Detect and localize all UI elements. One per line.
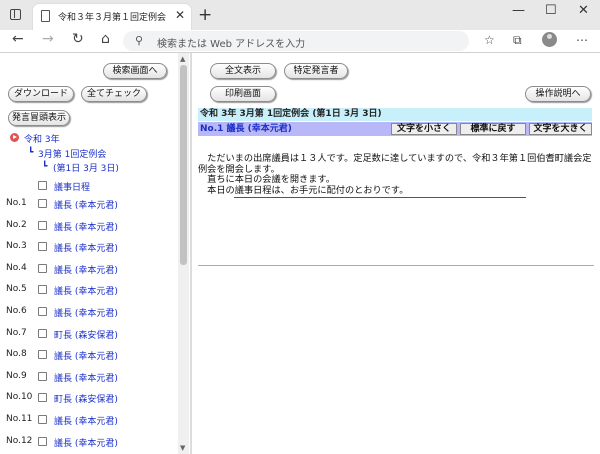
row-checkbox[interactable] xyxy=(38,242,47,252)
close-window-icon[interactable]: ✕ xyxy=(578,3,589,18)
specific-speaker-button[interactable]: 特定発言者 xyxy=(284,63,348,79)
tree-branch-icon: ┗ xyxy=(42,162,48,172)
right-pane: 全文表示 特定発言者 印刷画面 操作説明へ 令和 3年 3月第 1回定例会 (第… xyxy=(192,53,600,454)
browser-tab[interactable]: 令和３年３月第１回定例会（第1 ✕ xyxy=(33,4,191,30)
address-placeholder: 検索または Web アドレスを入力 xyxy=(157,39,306,50)
expand-arrow-icon[interactable] xyxy=(10,133,19,142)
check-all-button[interactable]: 全てチェック xyxy=(81,86,147,102)
tree-branch-icon: ┗ xyxy=(28,148,34,158)
speaker-link[interactable]: 議長 (幸本元君) xyxy=(54,414,118,427)
row-number: No.12 xyxy=(6,435,33,446)
tab-bar: 令和３年３月第１回定例会（第1 ✕ + — ☐ ✕ xyxy=(0,0,600,30)
scroll-up-icon[interactable]: ▲ xyxy=(180,55,185,63)
row-number: No.2 xyxy=(6,219,27,230)
show-speaker-head-button[interactable]: 発言冒頭表示 xyxy=(8,110,70,126)
address-input[interactable]: ⚲ 検索または Web アドレスを入力 xyxy=(123,31,469,51)
refresh-icon[interactable]: ↻ xyxy=(72,31,84,47)
row-number: No.9 xyxy=(6,370,27,381)
maximize-icon[interactable]: ☐ xyxy=(545,3,557,18)
tab-title: 令和３年３月第１回定例会（第1 xyxy=(58,13,170,23)
row-number: No.7 xyxy=(6,327,27,338)
content-divider xyxy=(198,265,594,266)
minimize-icon[interactable]: — xyxy=(512,3,525,18)
speaker-link[interactable]: 議長 (幸本元君) xyxy=(54,241,118,254)
row-number: No.6 xyxy=(6,306,27,316)
speech-line: ただいまの出席議員は１３人です。定足数に達していますので、令和３年第１回伯耆町議… xyxy=(198,153,592,175)
download-button[interactable]: ダウンロード xyxy=(8,86,74,102)
instructions-button[interactable]: 操作説明へ xyxy=(525,86,591,102)
speech-body: ただいまの出席議員は１３人です。定足数に達していますので、令和３年第１回伯耆町議… xyxy=(198,153,594,196)
row-number: No.10 xyxy=(6,392,33,403)
tree-session[interactable]: 3月第 1回定例会 xyxy=(38,147,106,160)
search-icon: ⚲ xyxy=(135,34,144,47)
row-number: No.3 xyxy=(6,241,27,252)
row-checkbox[interactable] xyxy=(38,328,47,338)
close-tab-icon[interactable]: ✕ xyxy=(175,8,185,22)
row-checkbox[interactable] xyxy=(38,307,47,316)
scroll-down-icon[interactable]: ▼ xyxy=(180,444,185,452)
speaker-link[interactable]: 議長 (幸本元君) xyxy=(54,436,118,449)
home-icon[interactable]: ⌂ xyxy=(101,31,110,47)
row-checkbox[interactable] xyxy=(38,220,47,230)
back-icon[interactable]: ← xyxy=(12,31,24,47)
scrollbar-thumb[interactable] xyxy=(180,65,187,265)
speaker-link[interactable]: 町長 (森安保君) xyxy=(54,392,118,405)
forward-icon[interactable]: → xyxy=(42,31,54,47)
row-checkbox[interactable] xyxy=(38,285,47,295)
more-menu-icon[interactable]: ⋯ xyxy=(576,33,588,47)
speaker-link[interactable]: 議長 (幸本元君) xyxy=(54,220,118,233)
speaker-link[interactable]: 町長 (森安保君) xyxy=(54,328,118,341)
speaker-link[interactable]: 議長 (幸本元君) xyxy=(54,306,118,319)
speaker-link[interactable]: 議長 (幸本元君) xyxy=(54,284,118,297)
speech-line: 本日の議事日程は、お手元に配付のとおりです。 xyxy=(198,184,409,196)
address-bar: ← → ↻ ⌂ ⚲ 検索または Web アドレスを入力 ☆ ⧉ ⋯ xyxy=(0,30,600,52)
profile-avatar[interactable] xyxy=(542,32,557,47)
search-screen-button[interactable]: 検索画面へ xyxy=(103,63,167,79)
speaker-link[interactable]: 議長 (幸本元君) xyxy=(54,371,118,384)
font-reset-button[interactable]: 標準に戻す xyxy=(460,123,526,135)
row-number: No.1 xyxy=(6,198,27,208)
meeting-header: 令和 3年 3月第 1回定例会 (第1日 3月 3日) xyxy=(198,108,592,121)
tree-agenda[interactable]: 議事日程 xyxy=(54,180,90,193)
speaker-label: No.1 議長 (幸本元君) xyxy=(200,124,292,134)
agenda-checkbox[interactable] xyxy=(38,181,47,190)
page-icon xyxy=(41,10,50,22)
font-larger-button[interactable]: 文字を大きく xyxy=(529,123,592,135)
left-pane: 検索画面へ ダウンロード 全てチェック 発言冒頭表示 令和 3年 ┗ 3月第 1… xyxy=(0,53,189,454)
speaker-header: No.1 議長 (幸本元君) 文字を小さく 標準に戻す 文字を大きく xyxy=(198,122,592,136)
speech-line: 直ちに本日の会議を開きます。 xyxy=(198,174,335,185)
row-number: No.4 xyxy=(6,262,27,273)
left-scrollbar[interactable]: ▲ ▼ xyxy=(178,53,189,454)
underline-divider xyxy=(234,197,526,198)
favorite-star-icon[interactable]: ☆ xyxy=(484,33,495,47)
row-number: No.11 xyxy=(6,414,33,424)
collections-icon[interactable]: ⧉ xyxy=(513,33,522,48)
row-number: No.5 xyxy=(6,284,27,295)
font-smaller-button[interactable]: 文字を小さく xyxy=(391,123,457,135)
row-checkbox[interactable] xyxy=(38,263,47,273)
row-checkbox[interactable] xyxy=(38,393,47,403)
row-checkbox[interactable] xyxy=(38,371,47,381)
row-checkbox[interactable] xyxy=(38,350,47,360)
tab-actions-icon[interactable] xyxy=(10,9,21,20)
speaker-link[interactable]: 議長 (幸本元君) xyxy=(54,263,118,276)
speaker-link[interactable]: 議長 (幸本元君) xyxy=(54,198,118,211)
new-tab-icon[interactable]: + xyxy=(198,5,212,25)
row-number: No.8 xyxy=(6,349,27,360)
row-checkbox[interactable] xyxy=(38,436,47,446)
tree-year[interactable]: 令和 3年 xyxy=(24,132,60,145)
tree-day[interactable]: (第1日 3月 3日) xyxy=(53,161,119,174)
row-checkbox[interactable] xyxy=(38,415,47,424)
row-checkbox[interactable] xyxy=(38,199,47,208)
show-full-button[interactable]: 全文表示 xyxy=(210,63,276,79)
speaker-link[interactable]: 議長 (幸本元君) xyxy=(54,349,118,362)
print-screen-button[interactable]: 印刷画面 xyxy=(210,86,276,102)
